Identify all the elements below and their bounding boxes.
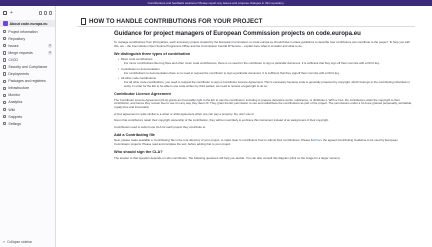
types-heading: We distinguish three types of contributi… — [114, 51, 191, 56]
cla-paragraph: Given that contributors retain their cop… — [114, 118, 329, 123]
info-icon — [3, 29, 7, 34]
sidebar-item-label: Merge requests — [8, 50, 33, 55]
sidebar-item-cicd[interactable]: CI/CD — [0, 56, 55, 63]
wiki-page-header: HOW TO HANDLE CONTRIBUTIONS FOR YOUR PRO… — [81, 18, 263, 25]
sidebar-item-packages[interactable]: Packages and registries — [0, 78, 55, 85]
sidebar-item-label: Security and Compliance — [8, 65, 48, 70]
sidebar-item-project-information[interactable]: Project information — [0, 28, 55, 35]
sidebar-item-label: CI/CD — [8, 57, 18, 62]
count-badge: 0 — [48, 50, 52, 55]
list-item: Contribution to documentation For contri… — [118, 67, 414, 76]
shield-icon — [3, 65, 7, 69]
sidebar-item-label: Monitor — [8, 93, 21, 98]
sidebar-item-label: Project information — [8, 29, 38, 34]
list-item: All other code contributions For all oth… — [118, 76, 414, 89]
snippet-icon — [3, 114, 7, 119]
sidebar-item-label: Deployments — [8, 72, 29, 77]
plus-icon[interactable]: + — [10, 10, 13, 16]
count-badge: 0 — [48, 42, 52, 48]
sidebar-item-deployments[interactable]: Deployments — [0, 71, 55, 78]
header-divider — [77, 26, 415, 27]
rocket-icon — [3, 58, 7, 62]
banner-message: Contributions and feedback welcome! Plea… — [147, 0, 285, 5]
sidebar-item-label: Analytics — [8, 100, 23, 105]
contributing-file-heading: Add a Contributing file — [114, 132, 155, 137]
page-title: HOW TO HANDLE CONTRIBUTIONS FOR YOUR PRO… — [89, 18, 263, 25]
issues-icon — [3, 44, 7, 48]
project-name: About code.europa.eu — [9, 21, 48, 26]
collapse-sidebar-button[interactable]: « Collapse sidebar — [3, 240, 32, 244]
list-item-text: For contributions to documentation there… — [124, 70, 340, 75]
sidebar-item-label: Snippets — [8, 114, 23, 119]
chart-icon — [3, 100, 7, 105]
contributing-file-paragraph: Next, please make available a ‘Contribut… — [114, 138, 414, 147]
panel-toggle-icon[interactable] — [3, 11, 7, 15]
list-item-title: All other code contributions — [118, 76, 414, 81]
contribution-types-list: Minor code contributions For minor contr… — [114, 58, 414, 89]
merge-request-icon — [3, 51, 7, 55]
sidebar-item-merge-requests[interactable]: Merge requests 0 — [0, 49, 55, 56]
sidebar-item-monitor[interactable]: Monitor — [0, 92, 55, 99]
sidebar-item-infrastructure[interactable]: Infrastructure — [0, 85, 55, 92]
sidebar-item-label: Repository — [8, 36, 26, 41]
sidebar-item-issues[interactable]: Issues 0 — [0, 42, 55, 49]
sidebar-item-settings[interactable]: Settings — [0, 120, 55, 127]
list-item-title: Contribution to documentation — [118, 67, 414, 72]
sidebar-item-repository[interactable]: Repository — [0, 35, 55, 42]
who-signs-heading: Who should sign the CLA? — [114, 150, 163, 155]
project-avatar — [3, 21, 8, 26]
merge-request-icon[interactable] — [43, 11, 48, 15]
intro-paragraph: To manage contributions from third parti… — [114, 40, 410, 48]
sidebar-header: + — [0, 6, 55, 20]
sidebar-item-label: Wiki — [8, 107, 15, 112]
list-item-title: Minor code contributions — [118, 58, 414, 63]
cla-paragraph: The Contributor Licence Agreement (CLA) … — [114, 97, 413, 110]
sidebar-item-wiki[interactable]: Wiki — [0, 106, 55, 113]
collapse-sidebar-label: Collapse sidebar — [7, 240, 33, 244]
list-item: Minor code contributions For minor contr… — [118, 58, 414, 66]
list-item-text: For minor contributions like bug fixes a… — [124, 61, 380, 66]
sidebar-item-label: Issues — [8, 43, 19, 48]
cloud-icon — [3, 86, 7, 90]
cla-heading: Contributor Licence Agreement — [114, 91, 171, 96]
book-icon — [3, 107, 7, 112]
sidebar-item-label: Packages and registries — [8, 79, 46, 84]
issues-icon[interactable] — [48, 11, 52, 15]
list-item-text: For all other code contributions, you ne… — [124, 80, 410, 89]
who-signs-paragraph: The answer to that question depends on w… — [114, 155, 341, 160]
sidebar-menu: Project information Repository Issues 0 … — [0, 27, 55, 127]
cla-paragraph: A CLA agreement is quite similar to a wr… — [114, 111, 254, 116]
sidebar-item-security[interactable]: Security and Compliance — [0, 63, 55, 70]
collapse-icon: « — [3, 240, 5, 244]
sidebar: + About code.europa.eu Project informati… — [0, 6, 56, 247]
repository-icon — [3, 36, 7, 41]
sidebar-project-header[interactable]: About code.europa.eu — [0, 20, 55, 27]
todo-icon[interactable] — [39, 11, 43, 15]
sidebar-item-label: Settings — [8, 121, 22, 126]
document-icon — [81, 18, 86, 25]
gear-icon — [3, 122, 7, 126]
sidebar-item-snippets[interactable]: Snippets — [0, 113, 55, 120]
sidebar-header-actions — [39, 11, 52, 15]
deployments-icon — [3, 72, 7, 76]
article-title: Guidance for project managers of Europea… — [114, 30, 361, 37]
cla-paragraph: Contributors need to submit one CLA for … — [114, 124, 206, 129]
wiki-article: Guidance for project managers of Europea… — [114, 30, 414, 163]
sidebar-item-label: Infrastructure — [8, 86, 30, 91]
main-content: HOW TO HANDLE CONTRIBUTIONS FOR YOUR PRO… — [57, 6, 432, 247]
package-icon — [3, 79, 7, 83]
sidebar-item-analytics[interactable]: Analytics — [0, 99, 55, 106]
monitor-icon — [3, 93, 7, 98]
